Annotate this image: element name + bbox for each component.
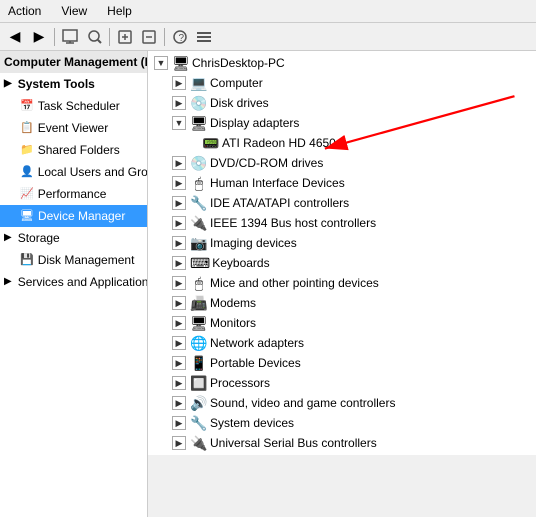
tree-item-mice[interactable]: ▶ 🖱 Mice and other pointing devices — [148, 273, 536, 293]
left-section-system-tools[interactable]: ▶ System Tools — [0, 73, 147, 95]
toolbar-btn-forward[interactable]: ▶ — [28, 26, 50, 48]
tree-expand-computer[interactable]: ▶ — [172, 76, 186, 90]
toolbar-separator-3 — [164, 28, 165, 46]
tree-item-imaging[interactable]: ▶ 📷 Imaging devices — [148, 233, 536, 253]
tree-icon-system-devices: 🔧 — [190, 414, 208, 432]
tree-icon-modems: 📠 — [190, 294, 208, 312]
left-section-storage[interactable]: ▶ Storage — [0, 227, 147, 249]
left-panel: Computer Management (Local ▶ System Tool… — [0, 51, 148, 517]
tree-icon-hid: 🖱 — [190, 174, 208, 192]
tree-expand-system-devices[interactable]: ▶ — [172, 416, 186, 430]
toolbar-separator-1 — [54, 28, 55, 46]
tree-expand-keyboards[interactable]: ▶ — [172, 256, 186, 270]
menu-bar: Action View Help — [0, 0, 536, 23]
tree-expand-usb[interactable]: ▶ — [172, 436, 186, 450]
tree-icon-root: 🖥 — [172, 54, 190, 72]
tree-icon-keyboards: ⌨ — [190, 254, 210, 272]
toolbar-btn-properties[interactable] — [59, 26, 81, 48]
tree-icon-computer: 💻 — [190, 74, 208, 92]
tree-root[interactable]: ▼ 🖥 ChrisDesktop-PC — [148, 53, 536, 73]
tree-item-processors[interactable]: ▶ 🔲 Processors — [148, 373, 536, 393]
toolbar-btn-back[interactable]: ◀ — [4, 26, 26, 48]
tree-icon-mice: 🖱 — [190, 274, 208, 292]
tree-icon-sound: 🔊 — [190, 394, 208, 412]
tree-item-portable[interactable]: ▶ 📱 Portable Devices — [148, 353, 536, 373]
left-panel-header: Computer Management (Local — [0, 51, 147, 73]
svg-text:?: ? — [179, 33, 185, 44]
tree-expand-modems[interactable]: ▶ — [172, 296, 186, 310]
tree-expand-ieee[interactable]: ▶ — [172, 216, 186, 230]
tree-item-ieee[interactable]: ▶ 🔌 IEEE 1394 Bus host controllers — [148, 213, 536, 233]
left-item-services[interactable]: ▶ Services and Applications — [0, 271, 147, 293]
tree-icon-display-adapters: 🖥 — [190, 114, 208, 132]
tree-item-hid[interactable]: ▶ 🖱 Human Interface Devices — [148, 173, 536, 193]
tree-icon-ati: 📟 — [202, 134, 220, 152]
menu-help[interactable]: Help — [103, 2, 136, 20]
toolbar-btn-update[interactable] — [114, 26, 136, 48]
tree-icon-disk-drives: 💿 — [190, 94, 208, 112]
tree-icon-usb: 🔌 — [190, 434, 208, 452]
toolbar-separator-2 — [109, 28, 110, 46]
tree-expand-dvd[interactable]: ▶ — [172, 156, 186, 170]
tree-icon-portable: 📱 — [190, 354, 208, 372]
right-panel-wrapper: ▼ 🖥 ChrisDesktop-PC ▶ 💻 Computer ▶ 💿 Dis… — [148, 51, 536, 517]
left-item-shared-folders[interactable]: 📁 Shared Folders — [0, 139, 147, 161]
tree-icon-ieee: 🔌 — [190, 214, 208, 232]
tree-expand-sound[interactable]: ▶ — [172, 396, 186, 410]
tree-item-modems[interactable]: ▶ 📠 Modems — [148, 293, 536, 313]
toolbar-btn-help[interactable]: ? — [169, 26, 191, 48]
main-layout: Computer Management (Local ▶ System Tool… — [0, 51, 536, 517]
tree-icon-monitors: 🖥 — [190, 314, 208, 332]
tree-expand-mice[interactable]: ▶ — [172, 276, 186, 290]
menu-view[interactable]: View — [57, 2, 91, 20]
tree-item-sound[interactable]: ▶ 🔊 Sound, video and game controllers — [148, 393, 536, 413]
tree-icon-imaging: 📷 — [190, 234, 208, 252]
tree-item-keyboards[interactable]: ▶ ⌨ Keyboards — [148, 253, 536, 273]
tree-expand-portable[interactable]: ▶ — [172, 356, 186, 370]
toolbar-btn-scan[interactable] — [83, 26, 105, 48]
left-item-device-manager[interactable]: 🖥 Device Manager — [0, 205, 147, 227]
tree-item-ati-radeon[interactable]: 📟 ATI Radeon HD 4650 — [148, 133, 536, 153]
tree-item-display-adapters[interactable]: ▼ 🖥 Display adapters — [148, 113, 536, 133]
tree-expand-display-adapters[interactable]: ▼ — [172, 116, 186, 130]
tree-item-network[interactable]: ▶ 🌐 Network adapters — [148, 333, 536, 353]
tree-expand-root[interactable]: ▼ — [154, 56, 168, 70]
tree-expand-imaging[interactable]: ▶ — [172, 236, 186, 250]
left-item-disk-management[interactable]: 💾 Disk Management — [0, 249, 147, 271]
toolbar-btn-more[interactable] — [193, 26, 215, 48]
tree-icon-network: 🌐 — [190, 334, 208, 352]
menu-action[interactable]: Action — [4, 2, 45, 20]
left-item-local-users[interactable]: 👤 Local Users and Groups — [0, 161, 147, 183]
tree-expand-network[interactable]: ▶ — [172, 336, 186, 350]
tree-item-system-devices[interactable]: ▶ 🔧 System devices — [148, 413, 536, 433]
tree-expand-hid[interactable]: ▶ — [172, 176, 186, 190]
left-item-event-viewer[interactable]: 📋 Event Viewer — [0, 117, 147, 139]
tree-expand-monitors[interactable]: ▶ — [172, 316, 186, 330]
tree-item-ide[interactable]: ▶ 🔧 IDE ATA/ATAPI controllers — [148, 193, 536, 213]
tree-item-disk-drives[interactable]: ▶ 💿 Disk drives — [148, 93, 536, 113]
tree-icon-dvd: 💿 — [190, 154, 208, 172]
tree-item-monitors[interactable]: ▶ 🖥 Monitors — [148, 313, 536, 333]
tree-item-usb[interactable]: ▶ 🔌 Universal Serial Bus controllers — [148, 433, 536, 453]
tree-item-dvd[interactable]: ▶ 💿 DVD/CD-ROM drives — [148, 153, 536, 173]
toolbar: ◀ ▶ ? — [0, 23, 536, 51]
right-panel: ▼ 🖥 ChrisDesktop-PC ▶ 💻 Computer ▶ 💿 Dis… — [148, 51, 536, 455]
tree-icon-processors: 🔲 — [190, 374, 208, 392]
tree-icon-ide: 🔧 — [190, 194, 208, 212]
tree-expand-ide[interactable]: ▶ — [172, 196, 186, 210]
left-item-task-scheduler[interactable]: 📅 Task Scheduler — [0, 95, 147, 117]
tree-expand-disk-drives[interactable]: ▶ — [172, 96, 186, 110]
tree-item-computer[interactable]: ▶ 💻 Computer — [148, 73, 536, 93]
toolbar-btn-uninstall[interactable] — [138, 26, 160, 48]
left-item-performance[interactable]: 📈 Performance — [0, 183, 147, 205]
tree-expand-processors[interactable]: ▶ — [172, 376, 186, 390]
